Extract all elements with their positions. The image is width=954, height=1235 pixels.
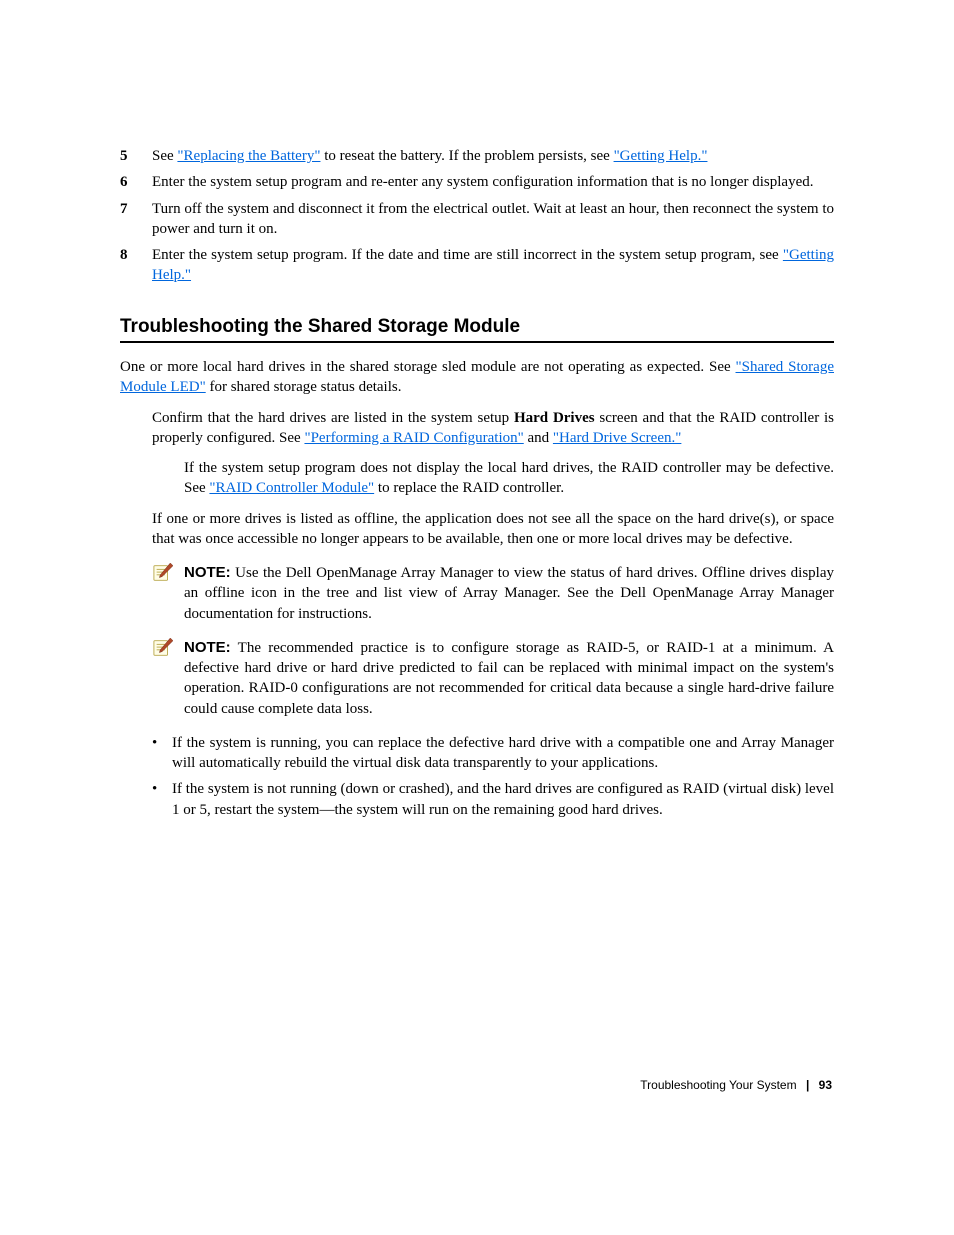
raid-controller-module-link[interactable]: "RAID Controller Module" xyxy=(209,480,374,496)
text: to replace the RAID controller. xyxy=(378,480,564,496)
paragraph: Confirm that the hard drives are listed … xyxy=(152,408,834,449)
step-8: 8 Enter the system setup program. If the… xyxy=(120,245,834,286)
replacing-battery-link[interactable]: "Replacing the Battery" xyxy=(177,148,320,164)
section-rule xyxy=(120,341,834,343)
text: Use the Dell OpenManage Array Manager to… xyxy=(184,565,834,622)
bold-text: Hard Drives xyxy=(514,410,595,426)
step-body: Enter the system setup program and re-en… xyxy=(152,172,834,192)
note-icon xyxy=(152,638,174,664)
note: NOTE: Use the Dell OpenManage Array Mana… xyxy=(152,563,834,624)
note-label: NOTE: xyxy=(184,564,231,581)
bullet: • xyxy=(152,733,172,774)
step-number: 5 xyxy=(120,146,152,166)
footer-separator: | xyxy=(806,1077,809,1093)
text: One or more local hard drives in the sha… xyxy=(120,359,736,375)
text: See xyxy=(152,148,177,164)
step-5: 5 See "Replacing the Battery" to reseat … xyxy=(120,146,834,166)
note-text: NOTE: The recommended practice is to con… xyxy=(184,638,834,719)
step-number: 6 xyxy=(120,172,152,192)
note-icon xyxy=(152,563,174,589)
step-number: 7 xyxy=(120,199,152,240)
note-label: NOTE: xyxy=(184,639,231,656)
step-7: 7 Turn off the system and disconnect it … xyxy=(120,199,834,240)
section-heading: Troubleshooting the Shared Storage Modul… xyxy=(120,314,834,340)
text: to reseat the battery. If the problem pe… xyxy=(324,148,613,164)
page-footer: Troubleshooting Your System | 93 xyxy=(640,1077,832,1093)
text: for shared storage status details. xyxy=(209,379,401,395)
step-body: See "Replacing the Battery" to reseat th… xyxy=(152,146,834,166)
text: The recommended practice is to configure… xyxy=(184,640,834,717)
hard-drive-screen-link[interactable]: "Hard Drive Screen." xyxy=(553,430,681,446)
step-number: 8 xyxy=(120,245,152,286)
step-body: Turn off the system and disconnect it fr… xyxy=(152,199,834,240)
note-text: NOTE: Use the Dell OpenManage Array Mana… xyxy=(184,563,834,624)
bullet: • xyxy=(152,779,172,820)
text: and xyxy=(528,430,553,446)
bullet-text: If the system is running, you can replac… xyxy=(172,733,834,774)
text: Enter the system setup program. If the d… xyxy=(152,247,783,263)
paragraph: If one or more drives is listed as offli… xyxy=(152,509,834,550)
bullet-text: If the system is not running (down or cr… xyxy=(172,779,834,820)
paragraph: If the system setup program does not dis… xyxy=(184,458,834,499)
text: Confirm that the hard drives are listed … xyxy=(152,410,514,426)
bullet-item: • If the system is not running (down or … xyxy=(152,779,834,820)
footer-page-number: 93 xyxy=(819,1078,832,1092)
paragraph: One or more local hard drives in the sha… xyxy=(120,357,834,398)
bullet-item: • If the system is running, you can repl… xyxy=(152,733,834,774)
raid-config-link[interactable]: "Performing a RAID Configuration" xyxy=(304,430,523,446)
step-body: Enter the system setup program. If the d… xyxy=(152,245,834,286)
getting-help-link[interactable]: "Getting Help." xyxy=(614,148,708,164)
note: NOTE: The recommended practice is to con… xyxy=(152,638,834,719)
step-6: 6 Enter the system setup program and re-… xyxy=(120,172,834,192)
footer-section: Troubleshooting Your System xyxy=(640,1078,796,1092)
